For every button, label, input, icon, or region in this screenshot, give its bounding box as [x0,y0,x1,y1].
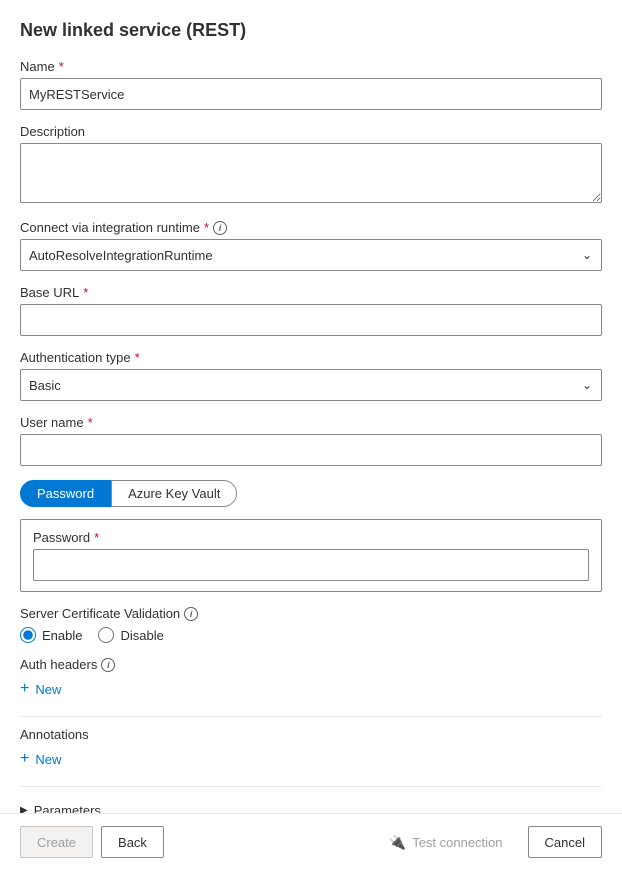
description-label: Description [20,124,602,139]
parameters-chevron-icon: ▶ [20,805,28,813]
integration-runtime-select-wrapper: AutoResolveIntegrationRuntime ⌄ [20,239,602,271]
disable-radio-label[interactable]: Disable [98,627,163,643]
password-input[interactable] [33,549,589,581]
password-tab-button[interactable]: Password [20,480,111,507]
add-annotation-plus-icon: + [20,750,29,768]
test-connection-button[interactable]: 🔌 Test connection [372,826,520,858]
integration-runtime-select[interactable]: AutoResolveIntegrationRuntime [20,239,602,271]
password-toggle-group: Password Azure Key Vault [20,480,602,507]
password-box: Password * [20,519,602,592]
create-button[interactable]: Create [20,826,93,858]
base-url-field-group: Base URL * [20,285,602,336]
base-url-label: Base URL * [20,285,602,300]
auth-headers-label: Auth headers i [20,657,602,672]
auth-headers-field-group: Auth headers i + New [20,657,602,702]
parameters-section[interactable]: ▶ Parameters [20,797,602,813]
username-label: User name * [20,415,602,430]
name-input[interactable] [20,78,602,110]
add-auth-header-button[interactable]: + New [20,676,61,702]
description-field-group: Description [20,124,602,206]
back-button[interactable]: Back [101,826,164,858]
name-required: * [59,59,64,74]
server-cert-label: Server Certificate Validation i [20,606,602,621]
base-url-required: * [83,285,88,300]
username-required: * [88,415,93,430]
disable-radio[interactable] [98,627,114,643]
integration-runtime-label: Connect via integration runtime * i [20,220,602,235]
base-url-input[interactable] [20,304,602,336]
password-required: * [94,530,99,545]
server-cert-field-group: Server Certificate Validation i Enable D… [20,606,602,643]
server-cert-radio-group: Enable Disable [20,627,602,643]
footer: Create Back 🔌 Test connection Cancel [0,813,622,870]
enable-radio[interactable] [20,627,36,643]
auth-type-required: * [135,350,140,365]
divider-2 [20,786,602,787]
annotations-label: Annotations [20,727,602,742]
add-auth-header-plus-icon: + [20,680,29,698]
page-title: New linked service (REST) [20,20,602,41]
auth-type-select-wrapper: Basic ⌄ [20,369,602,401]
password-label: Password * [33,530,589,545]
auth-type-label: Authentication type * [20,350,602,365]
username-field-group: User name * [20,415,602,466]
auth-headers-info-icon[interactable]: i [101,658,115,672]
ir-required: * [204,220,209,235]
plug-icon: 🔌 [389,834,406,851]
azure-key-vault-tab-button[interactable]: Azure Key Vault [111,480,237,507]
annotations-field-group: Annotations + New [20,727,602,772]
auth-type-field-group: Authentication type * Basic ⌄ [20,350,602,401]
enable-radio-label[interactable]: Enable [20,627,82,643]
password-toggle-field-group: Password Azure Key Vault Password * [20,480,602,592]
server-cert-info-icon[interactable]: i [184,607,198,621]
ir-info-icon[interactable]: i [213,221,227,235]
description-input[interactable] [20,143,602,203]
name-label: Name * [20,59,602,74]
divider-1 [20,716,602,717]
integration-runtime-field-group: Connect via integration runtime * i Auto… [20,220,602,271]
add-annotation-button[interactable]: + New [20,746,61,772]
username-input[interactable] [20,434,602,466]
auth-type-select[interactable]: Basic [20,369,602,401]
name-field-group: Name * [20,59,602,110]
parameters-label: Parameters [34,803,101,813]
cancel-button[interactable]: Cancel [528,826,602,858]
